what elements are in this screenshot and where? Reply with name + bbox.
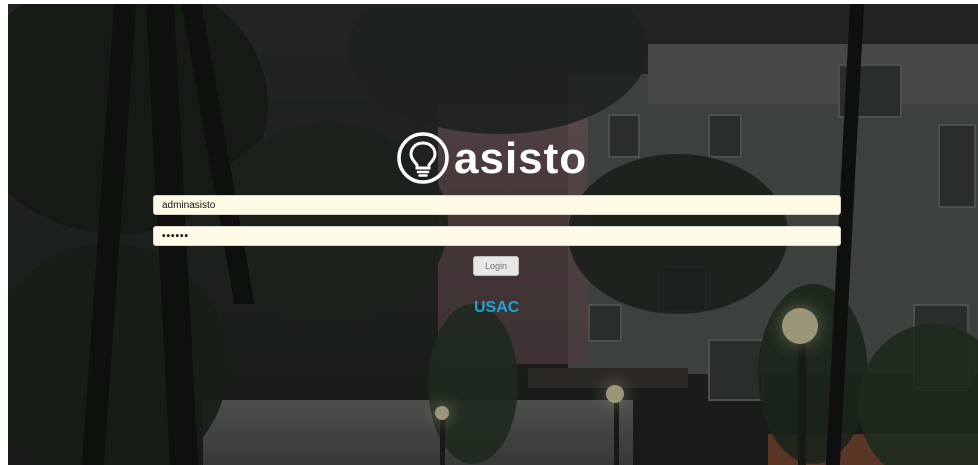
login-button[interactable]: Login [473, 256, 519, 276]
app-logo-text: asisto [454, 134, 588, 183]
app-logo: asisto [396, 130, 606, 186]
org-label: USAC [474, 299, 520, 316]
lightbulb-icon [397, 132, 449, 184]
username-field[interactable]: adminasisto [153, 195, 841, 215]
password-field[interactable]: •••••• [153, 226, 841, 246]
login-background: asisto adminasisto •••••• Login USAC [8, 4, 978, 465]
